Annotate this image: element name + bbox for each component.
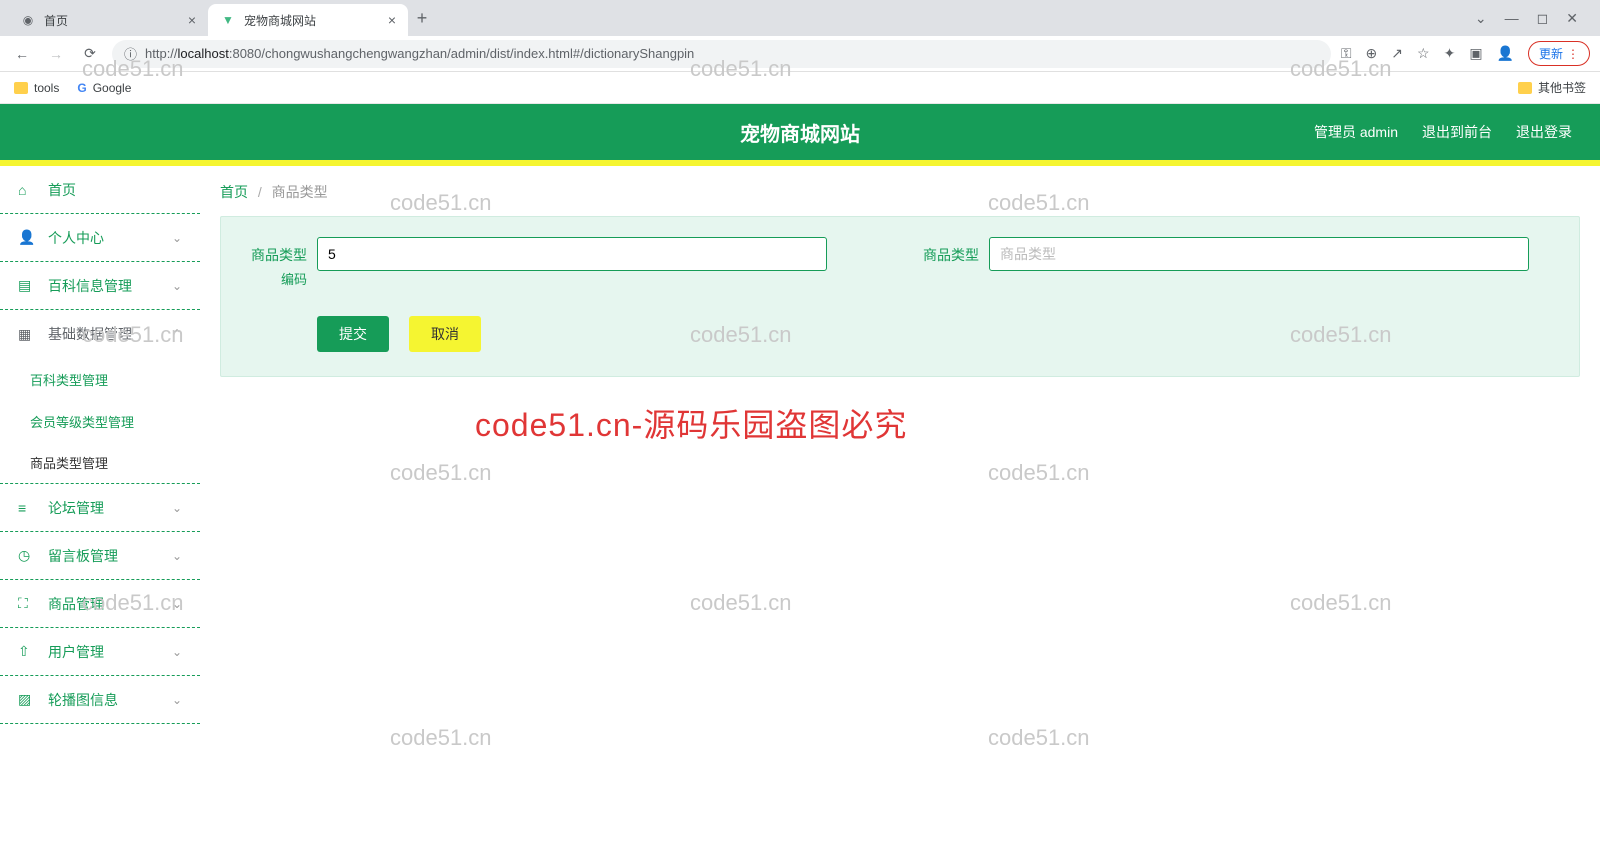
star-icon[interactable]: ☆ — [1417, 45, 1430, 62]
button-row: 提交 取消 — [235, 316, 1565, 352]
reload-button[interactable]: ⟳ — [78, 42, 102, 66]
key-icon[interactable]: ⚿ — [1341, 45, 1352, 62]
chevron-down-icon: ⌄ — [172, 279, 182, 293]
user-icon: ⇧ — [18, 643, 36, 660]
tab-title: 宠物商城网站 — [244, 12, 380, 29]
sidebar: ⌂ 首页 👤 个人中心 ⌄ ▤ 百科信息管理 ⌄ ▦ 基础数据管理 ⌃ 百科类型… — [0, 166, 200, 860]
minimize-icon[interactable]: — — [1505, 10, 1519, 27]
tab-title: 首页 — [44, 12, 180, 29]
update-button[interactable]: 更新 ⋮ — [1528, 41, 1590, 66]
dropdown-icon[interactable]: ⌄ — [1475, 10, 1487, 27]
bookmark-tools[interactable]: tools — [14, 81, 59, 95]
toolbar-right: ⚿ ⊕ ↗ ☆ ✦ ▣ 👤 更新 ⋮ — [1341, 41, 1590, 66]
url-path: :8080/chongwushangchengwangzhan/admin/di… — [229, 46, 694, 61]
close-window-icon[interactable]: ✕ — [1566, 10, 1578, 27]
cancel-button[interactable]: 取消 — [409, 316, 481, 352]
breadcrumb: 首页 / 商品类型 — [220, 182, 1580, 202]
share-icon[interactable]: ↗ — [1391, 45, 1403, 62]
list-icon: ≡ — [18, 500, 36, 516]
goods-type-name-input[interactable] — [989, 237, 1529, 271]
book-icon: ▤ — [18, 277, 36, 294]
exit-to-front-link[interactable]: 退出到前台 — [1422, 122, 1492, 142]
url-host: localhost — [178, 46, 229, 61]
expand-icon: ⛶ — [18, 595, 36, 612]
globe-icon: ◉ — [20, 12, 36, 28]
info-icon: ⓘ — [124, 44, 137, 63]
clock-icon: ◷ — [18, 547, 36, 564]
window-controls: ⌄ — ◻ ✕ — [1475, 10, 1592, 27]
chevron-down-icon: ⌄ — [172, 231, 182, 245]
bookmark-google[interactable]: G Google — [77, 81, 131, 95]
logout-link[interactable]: 退出登录 — [1516, 122, 1572, 142]
close-icon[interactable]: × — [188, 12, 196, 28]
sidebar-item-personal[interactable]: 👤 个人中心 ⌄ — [0, 214, 200, 262]
url-prefix: http:// — [145, 46, 178, 61]
sidebar-subitem-goods-type[interactable]: 商品类型管理 — [0, 442, 200, 484]
sidebar-item-basic-data[interactable]: ▦ 基础数据管理 ⌃ — [0, 310, 200, 358]
browser-chrome: ◉ 首页 × ▼ 宠物商城网站 × + ⌄ — ◻ ✕ ← → ⟳ ⓘ http… — [0, 0, 1600, 104]
app-title: 宠物商城网站 — [740, 118, 860, 147]
field-label-code-2: 编码 — [235, 269, 307, 288]
breadcrumb-separator: / — [258, 184, 262, 200]
browser-tab-0[interactable]: ◉ 首页 × — [8, 4, 208, 36]
sidebar-item-goods[interactable]: ⛶ 商品管理 ⌄ — [0, 580, 200, 628]
header-right: 管理员 admin 退出到前台 退出登录 — [1314, 122, 1600, 142]
form-panel: 商品类型 编码 商品类型 提交 取消 — [220, 216, 1580, 377]
sidebar-item-carousel[interactable]: ▨ 轮播图信息 ⌄ — [0, 676, 200, 724]
home-icon: ⌂ — [18, 182, 36, 198]
profile-icon[interactable]: 👤 — [1497, 45, 1514, 62]
submit-button[interactable]: 提交 — [317, 316, 389, 352]
breadcrumb-current: 商品类型 — [272, 184, 328, 200]
maximize-icon[interactable]: ◻ — [1537, 10, 1549, 27]
sidebar-item-baike[interactable]: ▤ 百科信息管理 ⌄ — [0, 262, 200, 310]
search-icon[interactable]: ⊕ — [1366, 45, 1378, 62]
new-tab-button[interactable]: + — [408, 4, 436, 32]
sidebar-item-users[interactable]: ⇧ 用户管理 ⌄ — [0, 628, 200, 676]
chevron-down-icon: ⌄ — [172, 549, 182, 563]
main-layout: ⌂ 首页 👤 个人中心 ⌄ ▤ 百科信息管理 ⌄ ▦ 基础数据管理 ⌃ 百科类型… — [0, 166, 1600, 860]
image-icon: ▨ — [18, 691, 36, 708]
form-field-code: 商品类型 编码 — [235, 237, 827, 288]
chevron-up-icon: ⌃ — [172, 327, 182, 341]
tab-strip: ◉ 首页 × ▼ 宠物商城网站 × + ⌄ — ◻ ✕ — [0, 0, 1600, 36]
chevron-down-icon: ⌄ — [172, 501, 182, 515]
bookmarks-bar: tools G Google 其他书签 — [0, 72, 1600, 104]
vue-icon: ▼ — [220, 12, 236, 28]
forward-button[interactable]: → — [44, 42, 68, 66]
user-label[interactable]: 管理员 admin — [1314, 122, 1398, 142]
extensions-icon[interactable]: ✦ — [1444, 45, 1456, 62]
address-bar: ← → ⟳ ⓘ http://localhost:8080/chongwusha… — [0, 36, 1600, 72]
folder-icon — [1518, 82, 1532, 94]
bookmark-other[interactable]: 其他书签 — [1518, 79, 1586, 96]
panel-icon[interactable]: ▣ — [1469, 45, 1482, 62]
field-label-type: 商品类型 — [907, 237, 979, 265]
app-header: 宠物商城网站 管理员 admin 退出到前台 退出登录 — [0, 104, 1600, 160]
chevron-down-icon: ⌄ — [172, 645, 182, 659]
content-area: 首页 / 商品类型 商品类型 编码 商品类型 提交 — [200, 166, 1600, 860]
user-icon: 👤 — [18, 229, 36, 246]
goods-type-code-input[interactable] — [317, 237, 827, 271]
sidebar-item-home[interactable]: ⌂ 首页 — [0, 166, 200, 214]
sidebar-item-forum[interactable]: ≡ 论坛管理 ⌄ — [0, 484, 200, 532]
chevron-down-icon: ⌄ — [172, 597, 182, 611]
form-row: 商品类型 编码 商品类型 — [235, 237, 1565, 288]
folder-icon — [14, 82, 28, 94]
form-field-type: 商品类型 — [907, 237, 1529, 288]
sidebar-subitem-baike-type[interactable]: 百科类型管理 — [0, 358, 200, 400]
back-button[interactable]: ← — [10, 42, 34, 66]
breadcrumb-home[interactable]: 首页 — [220, 184, 248, 200]
chevron-down-icon: ⌄ — [172, 693, 182, 707]
data-icon: ▦ — [18, 326, 36, 343]
menu-dots-icon: ⋮ — [1567, 47, 1579, 61]
sidebar-item-guestbook[interactable]: ◷ 留言板管理 ⌄ — [0, 532, 200, 580]
close-icon[interactable]: × — [388, 12, 396, 28]
url-input[interactable]: ⓘ http://localhost:8080/chongwushangchen… — [112, 40, 1331, 68]
field-label-code-1: 商品类型 — [235, 237, 307, 265]
browser-tab-1[interactable]: ▼ 宠物商城网站 × — [208, 4, 408, 36]
google-icon: G — [77, 81, 86, 95]
sidebar-subitem-member-level[interactable]: 会员等级类型管理 — [0, 400, 200, 442]
